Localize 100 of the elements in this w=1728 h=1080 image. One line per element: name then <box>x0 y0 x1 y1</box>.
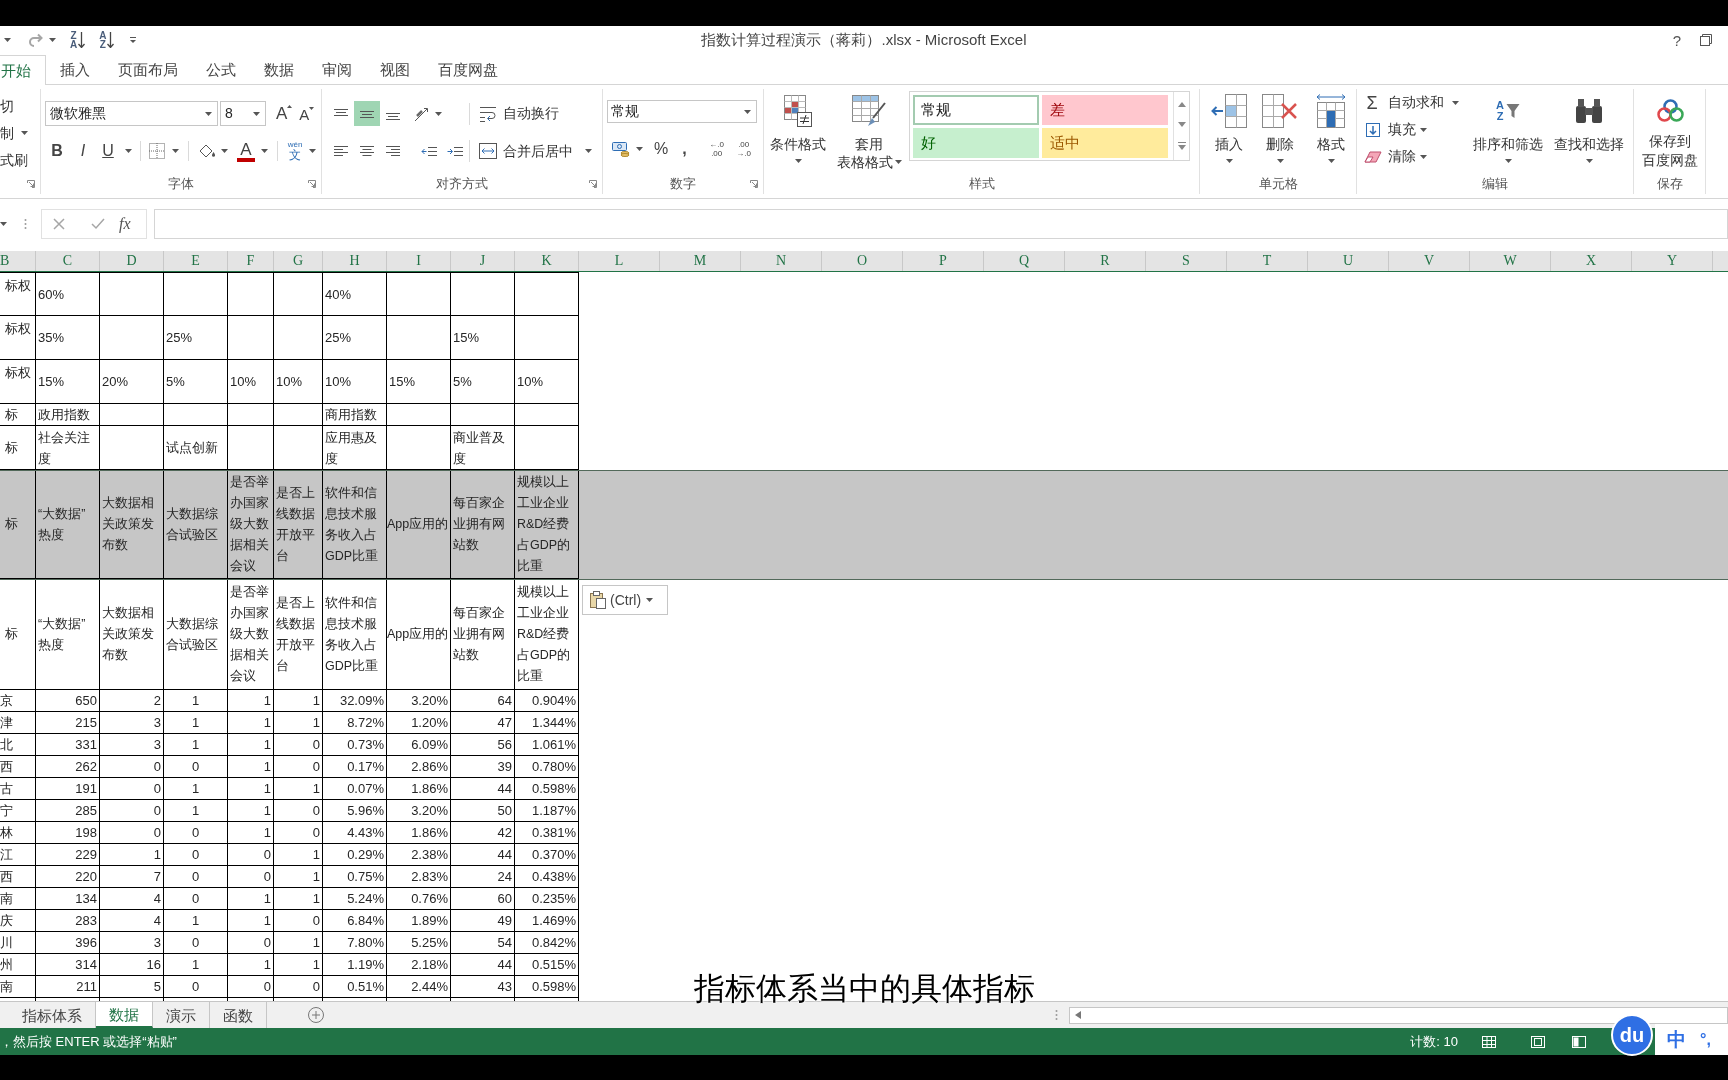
ribbon-tab[interactable]: 公式 <box>192 55 250 84</box>
restore-icon[interactable] <box>1700 34 1712 46</box>
merge-center-button[interactable]: 合并后居中 <box>479 140 592 162</box>
shrink-font-button[interactable]: A <box>299 107 315 122</box>
sheet-tab[interactable]: 数据 <box>96 1002 153 1028</box>
sort-button[interactable]: A Z <box>99 31 115 49</box>
ribbon-tab[interactable]: 审阅 <box>308 55 366 84</box>
italic-button[interactable]: I <box>70 139 96 163</box>
caret-icon[interactable] <box>49 38 56 42</box>
find-select-button[interactable]: 查找和选择 <box>1551 89 1627 163</box>
column-header[interactable]: Q <box>1018 254 1030 268</box>
caret-icon[interactable] <box>636 147 643 151</box>
help-button[interactable]: ? <box>1672 32 1681 48</box>
column-header[interactable]: X <box>1585 254 1597 268</box>
insert-function-button[interactable]: fx <box>119 216 131 232</box>
ribbon-tab[interactable]: 页面布局 <box>104 55 192 84</box>
caret-icon[interactable] <box>309 149 316 153</box>
format-painter-button[interactable]: 式刷 <box>0 152 28 167</box>
column-header[interactable]: H <box>349 254 360 268</box>
orientation-button[interactable] <box>414 105 442 122</box>
ime-mode-indicator[interactable]: 中 <box>1667 1030 1686 1049</box>
column-header[interactable]: T <box>1262 254 1272 268</box>
grow-font-button[interactable]: A <box>276 105 293 122</box>
cell-style-swatch[interactable]: 差 <box>1042 95 1168 125</box>
caret-icon[interactable] <box>21 130 28 135</box>
page-break-preview-icon[interactable] <box>1572 1035 1586 1048</box>
column-header[interactable]: N <box>775 254 787 268</box>
column-header[interactable]: M <box>693 254 707 268</box>
align-middle-button[interactable] <box>354 101 380 126</box>
font-name-dropdown[interactable]: 微软雅黑 <box>45 101 218 126</box>
splitter-icon[interactable] <box>24 218 27 230</box>
column-header[interactable]: F <box>246 254 255 268</box>
caret-icon[interactable] <box>125 149 132 153</box>
decrease-decimal-button[interactable]: .00 →.0 <box>731 140 756 158</box>
save-to-cloud-button[interactable]: 保存到 百度网盘 <box>1637 89 1703 170</box>
increase-decimal-button[interactable]: ←.0 .00 <box>704 140 729 158</box>
font-size-dropdown[interactable]: 8 <box>220 101 266 126</box>
caret-icon[interactable] <box>0 222 7 226</box>
dialog-launcher-icon[interactable] <box>589 179 597 188</box>
number-format-dropdown[interactable]: 常规 <box>607 100 757 123</box>
clear-button[interactable]: 清除 <box>1362 143 1470 170</box>
font-color-button[interactable]: A <box>237 140 255 162</box>
ribbon-tab[interactable]: 开始 <box>0 55 46 85</box>
scroll-up-icon[interactable] <box>1177 102 1186 108</box>
caret-icon[interactable] <box>261 149 268 153</box>
column-header[interactable]: R <box>1100 254 1110 268</box>
cut-button[interactable]: 切 <box>0 98 14 113</box>
new-sheet-icon[interactable] <box>308 1007 324 1023</box>
column-header[interactable]: I <box>416 254 421 268</box>
column-header[interactable]: V <box>1423 254 1435 268</box>
format-cells-button[interactable]: 格式 <box>1307 89 1355 163</box>
fill-button[interactable]: 填充 <box>1362 116 1470 143</box>
column-header[interactable]: G <box>292 254 304 268</box>
currency-icon[interactable] <box>612 141 630 157</box>
format-as-table-button[interactable]: 套用 表格格式 <box>833 89 905 171</box>
phonetic-guide-button[interactable]: wén 文 <box>286 140 304 162</box>
page-layout-icon[interactable] <box>1531 1035 1545 1048</box>
insert-cells-button[interactable]: 插入 <box>1205 89 1253 163</box>
ribbon-tab[interactable]: 数据 <box>250 55 308 84</box>
ribbon-tab[interactable]: 插入 <box>46 55 104 84</box>
conditional-format-button[interactable]: 条件格式 <box>767 89 829 163</box>
ribbon-tab[interactable]: 视图 <box>366 55 424 84</box>
scroll-left-icon[interactable] <box>1075 1011 1081 1019</box>
cell-style-swatch[interactable]: 好 <box>913 128 1039 158</box>
paste-options-button[interactable]: (Ctrl) <box>582 585 668 615</box>
copy-button[interactable]: 制 <box>0 125 14 140</box>
ime-toolbar[interactable]: 中 °, <box>1655 1024 1728 1055</box>
column-header[interactable]: J <box>479 254 486 268</box>
column-header[interactable]: W <box>1503 254 1517 268</box>
column-header[interactable]: C <box>62 254 73 268</box>
column-header[interactable]: O <box>856 254 868 268</box>
caret-icon[interactable] <box>172 149 179 153</box>
cell-style-swatch[interactable]: 常规 <box>913 95 1039 125</box>
column-header[interactable]: D <box>126 254 137 268</box>
normal-view-icon[interactable] <box>1482 1035 1496 1048</box>
sort-button[interactable]: Z A <box>70 31 86 49</box>
column-header[interactable]: S <box>1182 254 1190 268</box>
autosum-button[interactable]: Σ 自动求和 <box>1362 89 1470 116</box>
column-header[interactable]: K <box>541 254 552 268</box>
punctuation-mode-indicator[interactable]: °, <box>1700 1031 1711 1048</box>
percent-button[interactable]: % <box>654 141 669 157</box>
column-header[interactable]: U <box>1342 254 1354 268</box>
caret-icon[interactable] <box>4 38 11 42</box>
gallery-more-icon[interactable] <box>1177 141 1186 150</box>
customize-toolbar-icon[interactable] <box>129 36 138 44</box>
horizontal-scrollbar[interactable] <box>1069 1006 1728 1024</box>
delete-cells-button[interactable]: 删除 <box>1256 89 1304 163</box>
dialog-launcher-icon[interactable] <box>750 179 758 188</box>
underline-button[interactable]: U <box>96 139 120 163</box>
dialog-launcher-icon[interactable] <box>308 179 316 188</box>
column-header[interactable]: P <box>939 254 947 268</box>
formula-input[interactable] <box>154 209 1728 239</box>
sort-filter-button[interactable]: A Z 排序和筛选 <box>1470 89 1546 163</box>
column-header[interactable]: L <box>614 254 624 268</box>
dialog-launcher-icon[interactable] <box>27 179 35 188</box>
comma-button[interactable]: , <box>682 141 687 157</box>
ribbon-tab[interactable]: 百度网盘 <box>424 55 512 84</box>
column-header[interactable]: B <box>0 254 10 268</box>
fill-bucket-icon[interactable] <box>198 143 216 159</box>
caret-icon[interactable] <box>221 149 228 153</box>
